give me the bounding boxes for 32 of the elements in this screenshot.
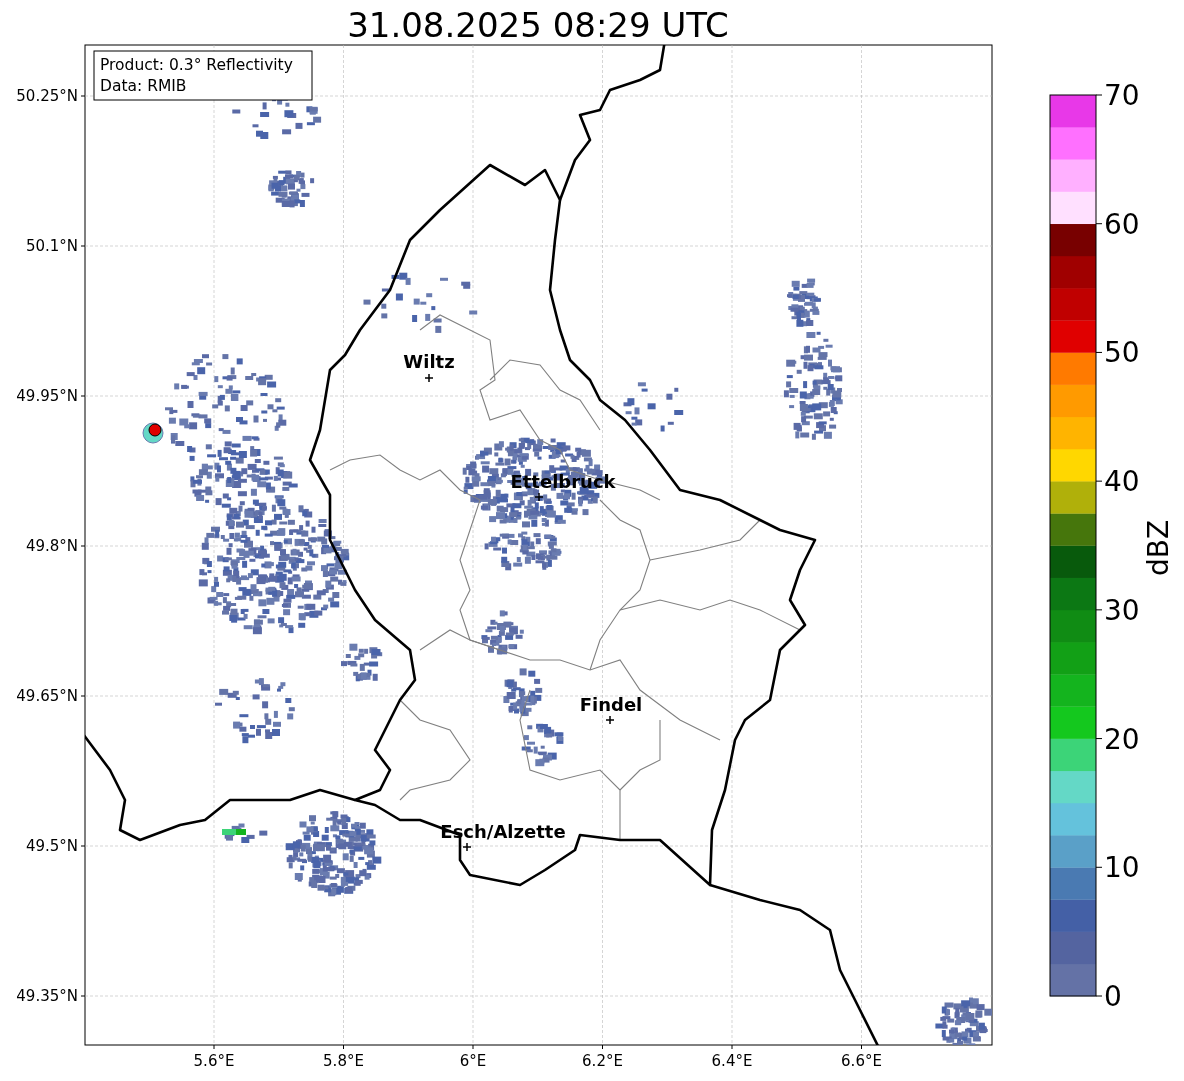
x-tick-label: 5.6°E [193, 1052, 235, 1070]
colorbar-tick-label: 70 [1104, 79, 1140, 112]
colorbar-tick-label: 30 [1104, 593, 1140, 627]
colorbar-tick-label: 60 [1104, 207, 1140, 241]
colorbar-tick-label: 10 [1104, 851, 1140, 885]
colorbar-tick-label: 40 [1104, 465, 1140, 499]
colorbar-tick-label: 20 [1104, 722, 1140, 756]
city-marker-icon [534, 492, 544, 502]
y-tick-label: 50.1°N [25, 237, 78, 255]
city-marker-icon [424, 373, 434, 383]
city-marker-icon [462, 842, 472, 852]
city-label: Wiltz [403, 351, 455, 372]
y-tick-label: 49.8°N [25, 537, 78, 555]
colorbar-tick-label: 50 [1104, 336, 1140, 370]
y-tick-label: 50.25°N [16, 87, 78, 105]
x-tick-label: 6°E [459, 1052, 487, 1070]
x-tick-label: 6.2°E [582, 1052, 623, 1070]
city-label: Findel [579, 694, 643, 715]
radar-site-icon [142, 422, 164, 444]
colorbar-tick-label: 0 [1104, 980, 1122, 1013]
y-tick-label: 49.35°N [16, 987, 78, 1005]
y-tick-label: 49.95°N [16, 387, 78, 405]
x-tick-label: 5.8°E [323, 1052, 364, 1070]
x-tick-label: 6.6°E [841, 1052, 882, 1070]
y-tick-label: 49.5°N [25, 837, 78, 855]
colorbar-label: dBZ [1142, 519, 1175, 577]
chart-title: 31.08.2025 08:29 UTC [347, 5, 729, 45]
x-tick-label: 6.4°E [711, 1052, 753, 1070]
city-marker-icon [605, 715, 615, 725]
y-tick-label: 49.65°N [16, 687, 78, 705]
info-text: Product: 0.3° Reflectivity [100, 56, 293, 74]
info-text: Data: RMIB [100, 77, 187, 95]
